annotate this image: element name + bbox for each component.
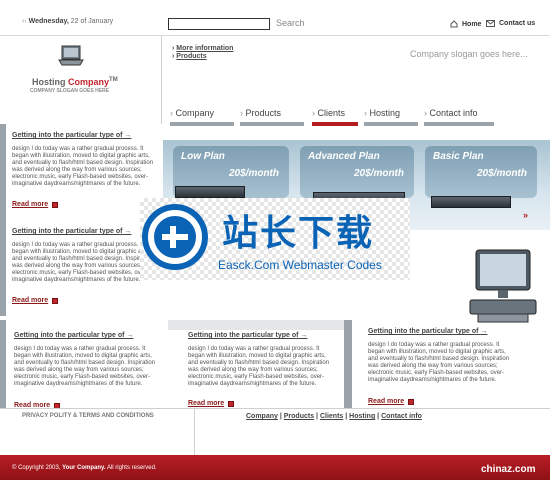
next-arrow-icon[interactable]: » [523, 210, 528, 220]
plan-card-advanced[interactable]: Advanced Plan 20$/month [300, 146, 414, 198]
bottom-column-2: Getting into the particular type of → de… [168, 320, 344, 408]
copyright-text: © Copyright 2003, Your Company. All righ… [12, 465, 157, 471]
sidebar-accent [0, 124, 6, 220]
article-title-link[interactable]: Getting into the particular type of → [368, 328, 487, 335]
privacy-link[interactable]: PRIVACY POLITY & TERMS AND CONDITIONS [22, 413, 154, 419]
footer-link-company[interactable]: Company [246, 413, 278, 420]
date-display: ‹‹ Wednesday, 22 of January [22, 18, 114, 25]
plan-card-basic[interactable]: Basic Plan 20$/month [425, 146, 537, 198]
quick-link-more-information[interactable]: › More information [172, 45, 233, 53]
footer-divider [194, 408, 195, 455]
watermark-english-text: Easck.Com Webmaster Codes [218, 258, 382, 272]
article-body: design I do today was a rather gradual p… [188, 346, 330, 387]
nav-contact-info[interactable]: › Contact info [424, 108, 494, 126]
article-title-link[interactable]: Getting into the particular type of → [188, 332, 307, 339]
watermark-logo-icon [142, 204, 208, 270]
watermark-chinese-text: 站长下载 [222, 213, 375, 254]
column-accent [0, 320, 6, 408]
read-more-link[interactable]: Read more [188, 400, 235, 407]
read-more-link[interactable]: Read more [12, 201, 59, 208]
footer-nav: Company | Products | Clients | Hosting |… [246, 413, 422, 420]
footer-link-contact-info[interactable]: Contact info [381, 413, 422, 420]
column-accent [344, 320, 352, 408]
plan-price: 20$/month [353, 168, 404, 179]
quick-links: › More information › Products [172, 45, 233, 61]
footer-link-clients[interactable]: Clients [320, 413, 343, 420]
mail-icon [486, 20, 495, 27]
nav-company[interactable]: › Company [170, 108, 234, 126]
article-title-link[interactable]: Getting into the particular type of → [14, 332, 133, 339]
arrow-icon [52, 297, 59, 304]
read-more-link[interactable]: Read more [368, 398, 415, 405]
nav-products[interactable]: › Products [240, 108, 304, 126]
home-icon [450, 20, 458, 28]
site-watermark-text: chinaz.com [481, 464, 536, 475]
arrow-icon [228, 400, 235, 407]
arrow-icon [408, 398, 415, 405]
footer-link-products[interactable]: Products [284, 413, 314, 420]
home-link[interactable]: Home [450, 20, 481, 28]
watermark-overlay: 站长下载 Easck.Com Webmaster Codes [140, 198, 410, 280]
nav-hosting[interactable]: › Hosting [364, 108, 418, 126]
footer-link-hosting[interactable]: Hosting [349, 413, 375, 420]
article-title-link[interactable]: Getting into the particular type of → [12, 228, 131, 235]
nav-clients[interactable]: › Clients [312, 108, 358, 126]
article-title-link[interactable]: Getting into the particular type of → [12, 132, 131, 139]
arrow-icon [52, 201, 59, 208]
article-body: design I do today was a rather gradual p… [14, 346, 156, 387]
plan-price: 20$/month [476, 168, 527, 179]
article-body: design I do today was a rather gradual p… [368, 342, 510, 383]
quick-link-products[interactable]: › Products [172, 53, 233, 61]
server-image [175, 186, 245, 198]
bottom-column-3: Getting into the particular type of → de… [344, 320, 550, 408]
article-body: design I do today was a rather gradual p… [12, 146, 154, 187]
search-input[interactable] [168, 18, 270, 30]
server-image [431, 196, 511, 208]
bottom-column-1: Getting into the particular type of → de… [0, 320, 162, 409]
plan-name: Advanced Plan [308, 151, 380, 162]
brand-tagline: COMPANY SLOGAN GOES HERE [30, 88, 109, 94]
plan-name: Low Plan [181, 151, 225, 162]
read-more-link[interactable]: Read more [12, 297, 59, 304]
contact-link[interactable]: Contact us [486, 20, 535, 27]
company-slogan: Company slogan goes here... [410, 49, 528, 59]
plan-name: Basic Plan [433, 151, 484, 162]
plan-price: 20$/month [228, 168, 279, 179]
sidebar-article-1: Getting into the particular type of → de… [0, 124, 162, 220]
laptop-icon [58, 45, 84, 66]
computer-monitor-image [469, 249, 537, 323]
search-button[interactable]: Search [276, 18, 305, 28]
brand-name[interactable]: Hosting CompanyTM [32, 77, 118, 87]
column-accent [168, 320, 344, 330]
